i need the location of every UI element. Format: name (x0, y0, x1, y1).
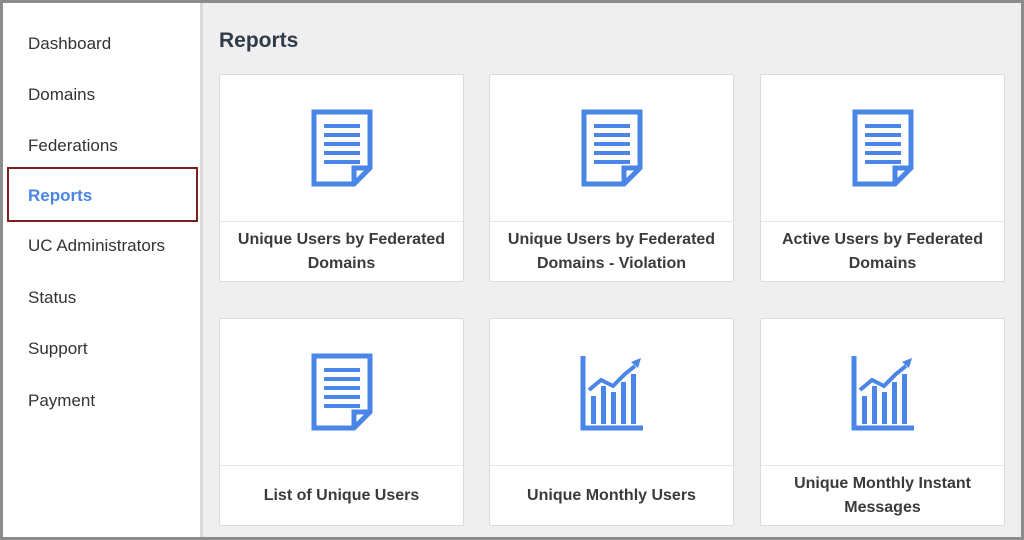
app-window: Dashboard Domains Federations Reports UC… (0, 0, 1024, 540)
sidebar-item-domains[interactable]: Domains (28, 85, 95, 105)
report-card-unique-monthly-instant-messages[interactable]: Unique Monthly Instant Messages (760, 318, 1005, 526)
sidebar-item-support[interactable]: Support (28, 339, 88, 359)
report-card-list-of-unique-users[interactable]: List of Unique Users (219, 318, 464, 526)
sidebar: Dashboard Domains Federations Reports UC… (3, 3, 203, 537)
card-label: Unique Users by Federated Domains (237, 230, 446, 272)
sidebar-item-payment[interactable]: Payment (28, 391, 95, 411)
document-icon (311, 353, 372, 431)
sidebar-item-dashboard[interactable]: Dashboard (28, 34, 111, 54)
card-label: Unique Monthly Instant Messages (794, 474, 971, 516)
card-label: Unique Monthly Users (527, 486, 696, 504)
sidebar-item-reports[interactable]: Reports (28, 186, 92, 206)
sidebar-item-status[interactable]: Status (28, 288, 76, 308)
report-card-active-users-by-federated-domains[interactable]: Active Users by Federated Domains (760, 74, 1005, 282)
main-content: Reports Unique Users by Federated Domain… (203, 3, 1021, 537)
sidebar-item-uc-administrators[interactable]: UC Administrators (28, 236, 165, 256)
document-icon (852, 109, 913, 187)
bar-chart-trend-icon (580, 356, 643, 431)
report-card-unique-users-violation[interactable]: Unique Users by Federated Domains - Viol… (489, 74, 734, 282)
sidebar-item-federations[interactable]: Federations (28, 136, 118, 156)
report-card-unique-users-by-federated-domains[interactable]: Unique Users by Federated Domains (219, 74, 464, 282)
report-card-unique-monthly-users[interactable]: Unique Monthly Users (489, 318, 734, 526)
page-title: Reports (219, 29, 299, 52)
card-label: Unique Users by Federated Domains - Viol… (507, 230, 716, 272)
card-label: Active Users by Federated Domains (782, 230, 983, 272)
card-label: List of Unique Users (263, 486, 420, 504)
bar-chart-trend-icon (851, 356, 914, 431)
document-icon (311, 109, 372, 187)
document-icon (581, 109, 642, 187)
